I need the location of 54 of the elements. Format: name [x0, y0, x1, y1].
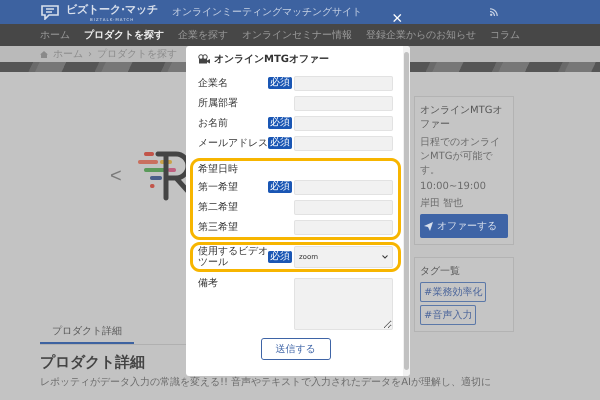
input-field[interactable]: [294, 180, 393, 194]
logo-icon: [40, 4, 60, 20]
scrollbar[interactable]: [403, 46, 410, 376]
field-label: 所属部署: [198, 98, 239, 108]
card-title: オンラインMTGオファー: [420, 104, 504, 131]
field-label: 第三希望: [198, 222, 239, 232]
close-button[interactable]: ×: [392, 9, 403, 27]
dialog-title: オンラインMTGオファー: [214, 53, 329, 66]
nav-link[interactable]: 登録企業からのお知らせ: [366, 28, 476, 42]
card-text: 日程でのオンラインMTGが可能です。: [420, 136, 501, 177]
required-badge: 必須: [268, 251, 292, 263]
breadcrumb-separator: ›: [88, 48, 92, 60]
tag-link[interactable]: #業務効率化: [420, 282, 486, 302]
section-heading: プロダクト詳細: [40, 353, 146, 372]
field-label: 備考: [198, 278, 219, 289]
input-field[interactable]: [294, 76, 393, 90]
camera-icon: [198, 54, 210, 64]
nav-link[interactable]: ホーム: [40, 28, 70, 42]
tag-link[interactable]: #音声入力: [420, 305, 476, 325]
required-badge: 必須: [268, 137, 292, 149]
field-label: 企業名: [198, 78, 229, 88]
site-tagline: オンラインミーティングマッチングサイト: [172, 6, 362, 19]
card-text: 岸田 智也: [420, 196, 464, 210]
field-label: 第一希望: [198, 182, 239, 192]
product-description: レポッティがデータ入力の常識を変える!! 音声やテキストで入力されたデータをAIが理解し、適切に: [40, 376, 491, 390]
field-label: お名前: [198, 118, 229, 128]
field-label: メールアドレス: [198, 138, 268, 148]
paper-plane-icon: [424, 222, 433, 230]
nav-link[interactable]: コラム: [490, 28, 520, 42]
field-label: 使用するビデオツール: [198, 246, 268, 268]
previous-button[interactable]: <: [110, 164, 122, 188]
nav-link[interactable]: オンラインセミナー情報: [242, 28, 352, 42]
field-label: 第二希望: [198, 202, 239, 212]
input-field[interactable]: [294, 136, 393, 150]
textarea-field[interactable]: [294, 278, 393, 330]
card-text: 10:00~19:00: [420, 181, 488, 192]
input-field[interactable]: [294, 220, 393, 234]
input-field[interactable]: [294, 96, 393, 110]
logo-text: ビズトーク·マッチ: [66, 2, 158, 16]
required-badge: 必須: [268, 117, 292, 129]
group-title: 希望日時: [198, 162, 239, 176]
offer-button[interactable]: オファーする: [420, 214, 508, 238]
input-field[interactable]: [294, 200, 393, 214]
submit-button[interactable]: 送信する: [260, 338, 330, 360]
chevron-icon: [382, 255, 388, 259]
rss-icon[interactable]: [490, 8, 498, 16]
required-badge: 必須: [268, 77, 292, 89]
home-icon: [40, 50, 48, 58]
nav-link[interactable]: 企業を探す: [178, 28, 228, 42]
card-title: タグ一覧: [420, 265, 461, 278]
detail-tab[interactable]: プロダクト詳細: [40, 320, 134, 344]
input-field[interactable]: [294, 116, 393, 130]
required-badge: 必須: [268, 181, 292, 193]
nav-link[interactable]: プロダクトを探す: [84, 28, 164, 42]
